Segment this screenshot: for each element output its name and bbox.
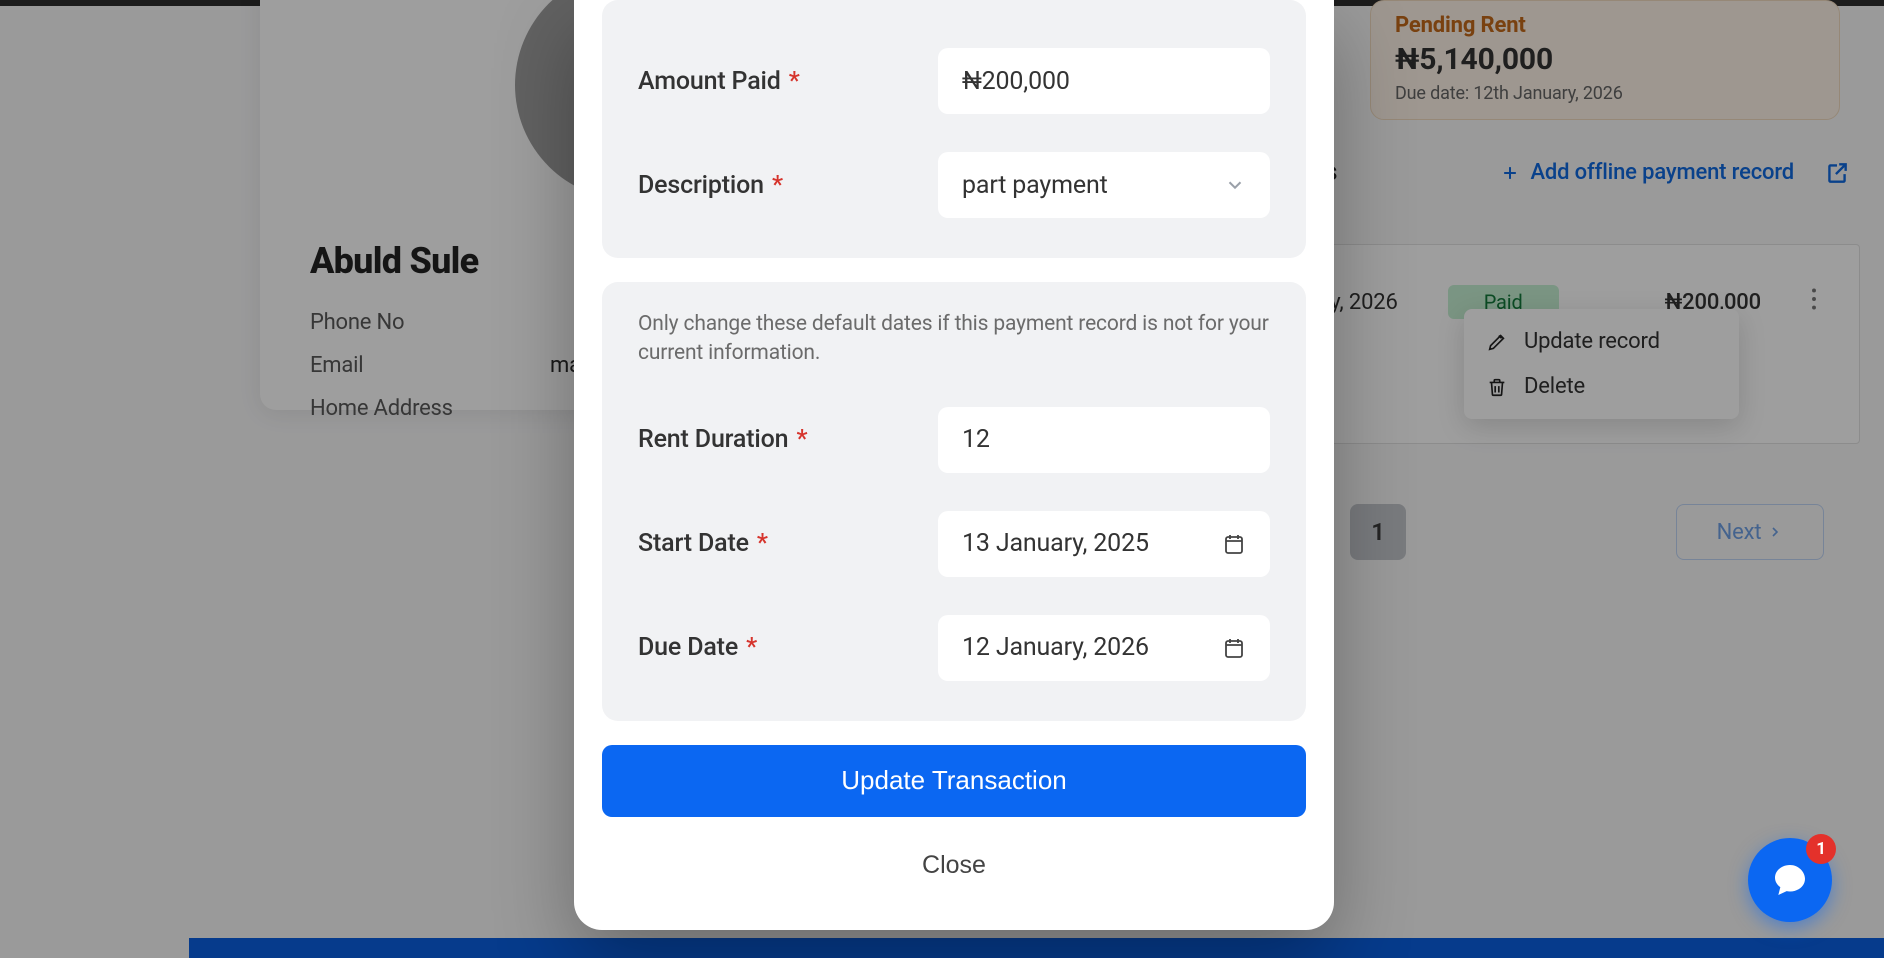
rent-duration-label: Rent Duration * (638, 425, 938, 454)
chat-badge: 1 (1806, 834, 1836, 864)
close-button[interactable]: Close (602, 851, 1306, 880)
rent-duration-input[interactable]: 12 (938, 407, 1270, 473)
amount-paid-label: Amount Paid * (638, 67, 938, 96)
start-date-label: Start Date * (638, 529, 938, 558)
description-label: Description * (638, 171, 938, 200)
due-date-label: Due Date * (638, 633, 938, 662)
date-help-text: Only change these default dates if this … (638, 310, 1270, 369)
start-date-input[interactable]: 13 January, 2025 (938, 511, 1270, 577)
update-transaction-modal: Amount Paid * ₦200,000 Description * par… (574, 0, 1334, 930)
due-date-input[interactable]: 12 January, 2026 (938, 615, 1270, 681)
amount-paid-input[interactable]: ₦200,000 (938, 48, 1270, 114)
chevron-down-icon (1224, 174, 1246, 196)
chat-button[interactable]: 1 (1748, 838, 1832, 922)
update-transaction-button[interactable]: Update Transaction (602, 745, 1306, 817)
calendar-icon (1222, 636, 1246, 660)
chat-icon (1770, 860, 1810, 900)
calendar-icon (1222, 532, 1246, 556)
description-select[interactable]: part payment (938, 152, 1270, 218)
